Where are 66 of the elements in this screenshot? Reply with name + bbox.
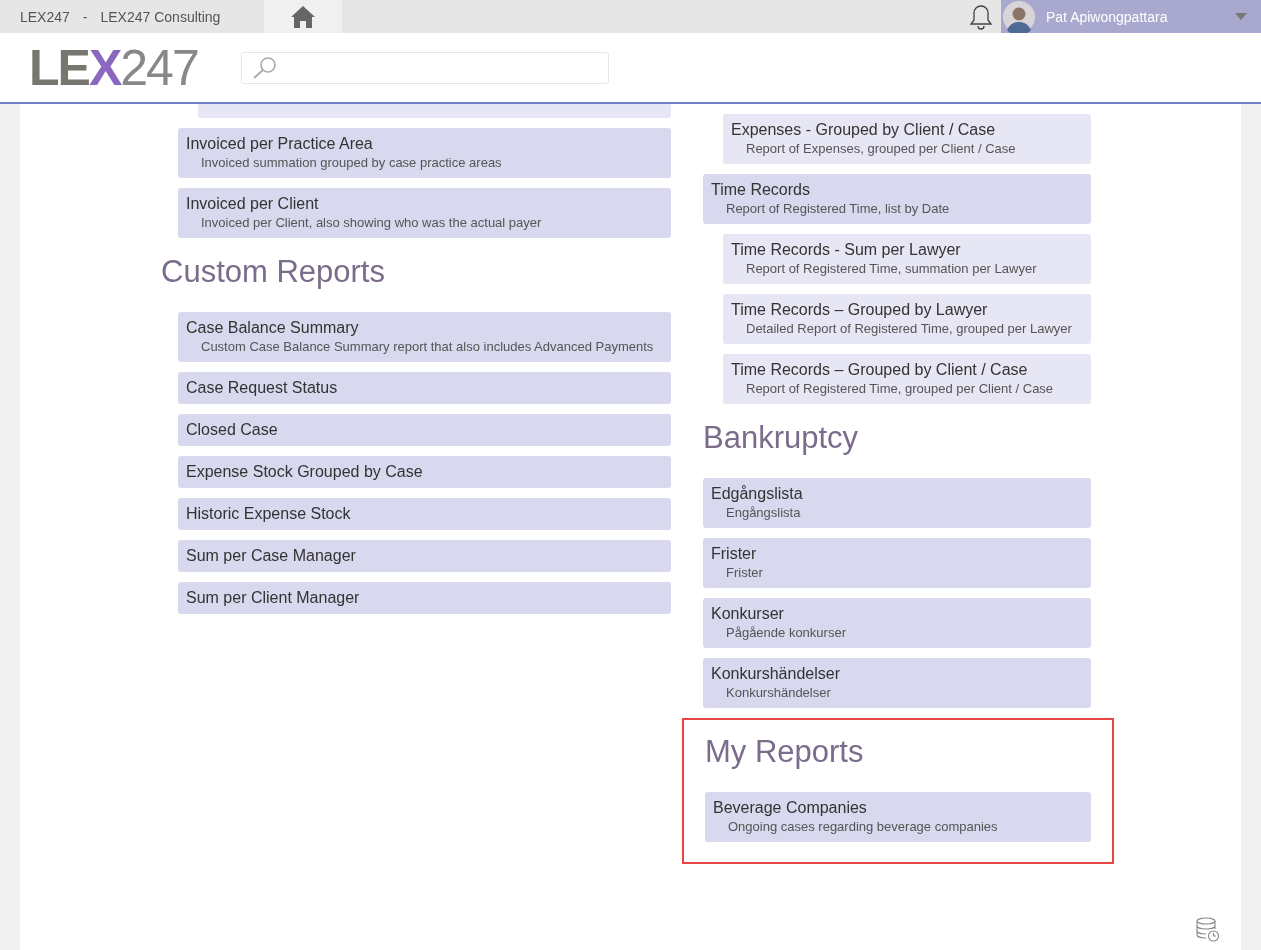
report-description: Report of Registered Time, summation per Lawyer — [746, 260, 1038, 278]
report-description: Report of Registered Time, grouped per Client / Case — [746, 380, 1055, 398]
report-title: Invoiced per Practice Area — [186, 134, 374, 154]
report-title: Case Balance Summary — [186, 318, 360, 338]
report-title: Time Records – Grouped by Lawyer — [731, 300, 989, 320]
report-description: Report of Registered Time, list by Date — [726, 200, 951, 218]
report-card[interactable]: Closed Case — [178, 414, 671, 446]
search-icon — [251, 55, 278, 80]
search-field[interactable] — [240, 51, 609, 84]
report-title: Edgångslista — [711, 484, 804, 504]
report-title: Konkurser — [711, 604, 785, 624]
section-heading: Custom Reports — [161, 253, 386, 291]
report-card[interactable]: Historic Expense Stock — [178, 498, 671, 530]
report-title: Konkurshändelser — [711, 664, 841, 684]
report-description: Report of Expenses, grouped per Client / Case — [746, 140, 1017, 158]
section-heading: My Reports — [705, 733, 865, 771]
report-description: Invoiced summation grouped by case practice areas — [201, 154, 503, 172]
report-card[interactable]: Konkurser Pågående konkurser — [703, 598, 1091, 648]
caret-icon — [1235, 13, 1247, 20]
report-card[interactable]: Case Request Status — [178, 372, 671, 404]
report-description: Detailed Report of Registered Time, grouped per Lawyer — [746, 320, 1073, 338]
report-title: Invoiced per Client — [186, 194, 320, 214]
report-description: Ongoing cases regarding beverage companies — [728, 818, 999, 836]
report-card[interactable]: Time Records Report of Registered Time, list by Date — [703, 174, 1091, 224]
home-button[interactable] — [264, 0, 343, 33]
report-card[interactable]: Konkurshändelser Konkurshändelser — [703, 658, 1091, 708]
report-description: Frister — [726, 564, 764, 582]
database-clock-icon[interactable] — [1196, 917, 1220, 943]
avatar-icon — [1003, 0, 1035, 33]
report-description: Engångslista — [726, 504, 802, 522]
report-card[interactable]: Time Records – Grouped by Lawyer Detailed Report of Registered Time, grouped per Lawyer — [723, 294, 1091, 344]
report-card[interactable]: Sum per Case Manager — [178, 540, 671, 572]
title-separator: - — [82, 7, 88, 27]
report-card[interactable]: Expense Stock Grouped by Case — [178, 456, 671, 488]
logo: LEX247 — [29, 42, 198, 93]
report-card[interactable]: Invoiced per Practice Area Invoiced summation grouped by case practice areas — [178, 128, 671, 178]
report-title: Time Records – Grouped by Client / Case — [731, 360, 1029, 380]
report-card[interactable]: Edgångslista Engångslista — [703, 478, 1091, 528]
report-title: Closed Case — [186, 420, 279, 440]
app-name: LEX247 — [20, 7, 70, 27]
report-title: Time Records - Sum per Lawyer — [731, 240, 962, 260]
section-heading: Bankruptcy — [703, 419, 860, 457]
report-description: Custom Case Balance Summary report that also includes Advanced Payments — [201, 338, 655, 356]
report-title: Beverage Companies — [713, 798, 868, 818]
report-title: Expenses - Grouped by Client / Case — [731, 120, 997, 140]
report-description: Konkurshändelser — [726, 684, 832, 702]
report-title: Case Request Status — [186, 378, 339, 398]
report-card[interactable]: Sum per Client Manager — [178, 582, 671, 614]
report-card[interactable]: Time Records - Sum per Lawyer Report of Registered Time, summation per Lawyer — [723, 234, 1091, 284]
report-title: Sum per Client Manager — [186, 588, 361, 608]
company-name: LEX247 Consulting — [100, 7, 221, 27]
report-card[interactable]: Beverage Companies Ongoing cases regarding beverage companies — [705, 792, 1091, 842]
report-card[interactable]: Time Records – Grouped by Client / Case Report of Registered Time, grouped per Client / Case — [723, 354, 1091, 404]
report-description: Invoiced per Client, also showing who was the actual payer — [201, 214, 543, 232]
report-title: Expense Stock Grouped by Case — [186, 462, 424, 482]
report-title: Sum per Case Manager — [186, 546, 357, 566]
report-card[interactable]: Expenses - Grouped by Client / Case Report of Expenses, grouped per Client / Case — [723, 114, 1091, 164]
report-title: Historic Expense Stock — [186, 504, 352, 524]
report-title: Frister — [711, 544, 758, 564]
report-card[interactable]: Case Balance Summary Custom Case Balance Summary report that also includes Advanced Payments — [178, 312, 671, 362]
report-card[interactable]: Invoiced per Client Invoiced per Client, also showing who was the actual payer — [178, 188, 671, 238]
report-description: Pågående konkurser — [726, 624, 847, 642]
report-card[interactable]: Frister Frister — [703, 538, 1091, 588]
report-title: Time Records — [711, 180, 811, 200]
bell-icon[interactable] — [969, 3, 993, 30]
home-icon — [290, 4, 317, 29]
